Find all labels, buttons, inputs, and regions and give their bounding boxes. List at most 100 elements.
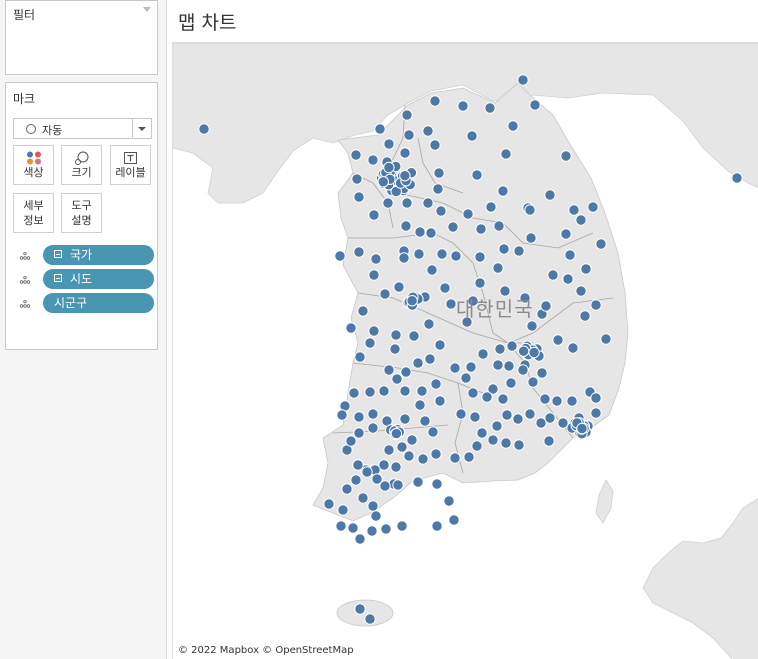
district-mark[interactable] (526, 320, 538, 332)
district-mark[interactable] (471, 440, 483, 452)
district-mark[interactable] (528, 346, 540, 359)
district-mark[interactable] (436, 248, 448, 260)
district-mark[interactable] (507, 120, 519, 132)
district-mark[interactable] (345, 435, 357, 447)
district-mark[interactable] (512, 413, 524, 425)
district-mark[interactable] (560, 228, 572, 240)
district-mark[interactable] (398, 252, 410, 264)
district-mark[interactable] (498, 243, 510, 255)
district-mark[interactable] (198, 123, 210, 135)
district-mark[interactable] (500, 148, 512, 160)
map-view[interactable]: 대한민국 © 2022 Mapbox © OpenStreetMap (172, 42, 758, 659)
district-mark[interactable] (406, 295, 418, 307)
district-mark[interactable] (564, 249, 576, 261)
district-mark[interactable] (580, 263, 592, 275)
district-mark[interactable] (449, 362, 461, 374)
district-mark[interactable] (414, 226, 426, 238)
district-mark[interactable] (445, 298, 457, 310)
district-mark[interactable] (505, 377, 517, 389)
district-mark[interactable] (399, 385, 411, 397)
tooltip-button[interactable]: 도구 설명 (61, 193, 102, 233)
size-button[interactable]: 크기 (61, 145, 102, 185)
collapse-icon[interactable] (54, 274, 62, 282)
district-mark[interactable] (367, 408, 379, 420)
district-mark[interactable] (506, 340, 518, 352)
district-mark[interactable] (731, 172, 743, 184)
district-mark[interactable] (485, 201, 497, 213)
district-mark[interactable] (477, 348, 489, 360)
district-mark[interactable] (513, 245, 525, 257)
map-attribution[interactable]: © 2022 Mapbox © OpenStreetMap (178, 645, 354, 656)
district-mark[interactable] (383, 364, 395, 376)
district-mark[interactable] (503, 360, 515, 372)
district-mark[interactable] (424, 353, 436, 365)
mark-type-dropdown[interactable]: 자동 (13, 118, 152, 139)
district-mark[interactable] (353, 427, 365, 439)
district-mark[interactable] (408, 330, 420, 342)
district-mark[interactable] (354, 351, 366, 363)
district-mark[interactable] (517, 345, 530, 357)
collapse-icon[interactable] (54, 250, 62, 258)
district-mark[interactable] (377, 176, 390, 188)
district-mark[interactable] (400, 366, 412, 378)
district-mark[interactable] (450, 250, 462, 262)
district-mark[interactable] (590, 407, 602, 419)
district-mark[interactable] (544, 189, 556, 201)
district-mark[interactable] (462, 208, 474, 220)
district-mark[interactable] (536, 367, 548, 379)
district-mark[interactable] (434, 395, 446, 407)
district-mark[interactable] (337, 504, 349, 516)
district-mark[interactable] (551, 395, 563, 407)
district-mark[interactable] (383, 138, 395, 150)
district-mark[interactable] (370, 253, 382, 265)
district-mark[interactable] (476, 427, 488, 439)
district-mark[interactable] (393, 281, 405, 293)
chevron-down-icon[interactable] (143, 7, 151, 12)
district-mark[interactable] (492, 359, 504, 371)
province-pill[interactable]: 시도 (43, 269, 154, 289)
district-mark[interactable] (367, 500, 379, 512)
district-mark[interactable] (401, 197, 413, 209)
district-mark[interactable] (400, 220, 412, 232)
district-mark[interactable] (368, 269, 380, 281)
district-mark[interactable] (432, 183, 444, 195)
district-mark[interactable] (463, 451, 475, 463)
district-mark[interactable] (357, 305, 369, 317)
district-mark[interactable] (469, 411, 481, 423)
district-mark[interactable] (429, 95, 441, 107)
district-mark[interactable] (364, 337, 376, 349)
district-mark[interactable] (575, 214, 587, 226)
district-mark[interactable] (552, 334, 564, 346)
district-mark[interactable] (334, 250, 346, 262)
district-mark[interactable] (403, 129, 415, 141)
district-mark[interactable] (575, 285, 587, 297)
district-mark[interactable] (399, 413, 411, 425)
district-mark[interactable] (524, 408, 536, 420)
district-mark[interactable] (431, 478, 443, 490)
district-mark[interactable] (374, 123, 386, 135)
district-mark[interactable] (455, 408, 467, 420)
district-mark[interactable] (412, 476, 424, 488)
district-mark[interactable] (389, 343, 401, 355)
filters-card[interactable]: 필터 (5, 0, 158, 75)
district-mark[interactable] (457, 100, 469, 112)
district-mark[interactable] (466, 130, 478, 142)
district-mark[interactable] (484, 102, 496, 114)
district-mark[interactable] (587, 201, 599, 213)
district-mark[interactable] (390, 461, 402, 473)
district-mark[interactable] (579, 310, 591, 322)
district-mark[interactable] (557, 417, 569, 429)
district-mark[interactable] (426, 264, 438, 276)
district-mark[interactable] (335, 520, 347, 532)
color-button[interactable]: 색상 (13, 145, 54, 185)
district-mark[interactable] (529, 99, 541, 111)
district-mark[interactable] (439, 282, 451, 294)
district-mark[interactable] (350, 474, 362, 486)
district-mark[interactable] (417, 453, 429, 465)
district-mark[interactable] (491, 420, 503, 432)
district-mark[interactable] (467, 387, 479, 399)
district-mark[interactable] (399, 170, 411, 182)
district-mark[interactable] (566, 395, 578, 407)
district-mark[interactable] (414, 399, 426, 411)
district-mark[interactable] (403, 450, 415, 462)
